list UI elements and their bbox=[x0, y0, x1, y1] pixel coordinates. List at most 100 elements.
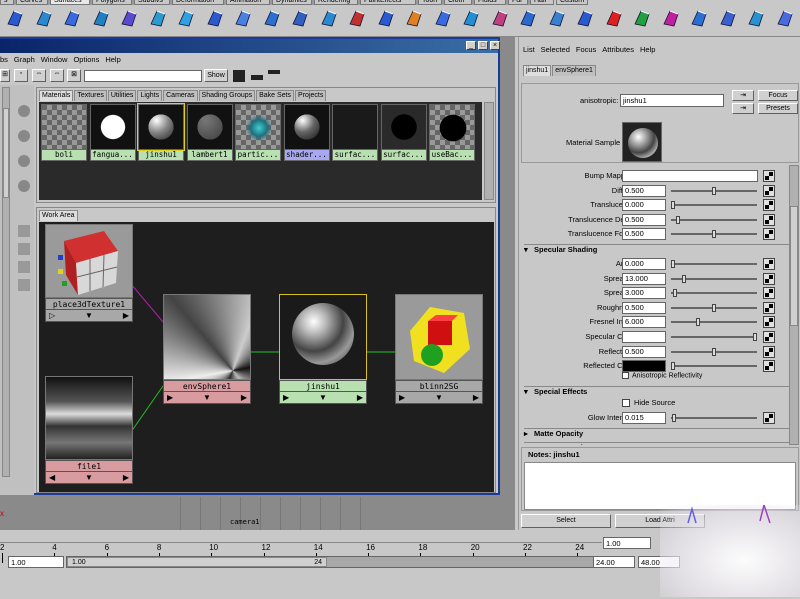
shelf-tool-icon[interactable] bbox=[491, 8, 509, 28]
shelf-tool-icon[interactable] bbox=[291, 8, 309, 28]
menu-item[interactable]: Selected bbox=[541, 45, 570, 54]
menu-item[interactable]: bs bbox=[0, 55, 8, 64]
focus-icon[interactable]: ⇥ bbox=[732, 90, 754, 101]
dot-icon-4[interactable] bbox=[18, 180, 30, 192]
map-button-icon[interactable] bbox=[763, 184, 775, 197]
map-button-icon[interactable] bbox=[763, 316, 775, 329]
node-ports[interactable]: ◀ ▼ ▶ bbox=[45, 472, 133, 484]
node-name-field[interactable]: jinshu1 bbox=[620, 94, 724, 107]
attribute-field[interactable]: 0.500 bbox=[622, 345, 666, 358]
focus-button[interactable]: Focus bbox=[758, 90, 798, 101]
shelf-tool-icon[interactable] bbox=[6, 8, 24, 28]
map-button-icon[interactable] bbox=[763, 287, 775, 300]
menu-item[interactable]: List bbox=[523, 45, 535, 54]
map-button-icon[interactable] bbox=[763, 228, 775, 241]
shelf-tool-icon[interactable] bbox=[63, 8, 81, 28]
slider-knob[interactable] bbox=[673, 289, 678, 298]
material-swatch[interactable]: lambert1 bbox=[186, 104, 233, 164]
shelf-tool-icon[interactable] bbox=[719, 8, 737, 28]
attribute-slider[interactable] bbox=[671, 260, 757, 268]
map-button-icon[interactable] bbox=[763, 272, 775, 285]
map-button-icon[interactable] bbox=[763, 301, 775, 314]
material-swatch[interactable]: partic... bbox=[235, 104, 281, 164]
menu-item[interactable]: Help bbox=[640, 45, 655, 54]
attribute-slider[interactable] bbox=[671, 362, 757, 371]
graph-upstream-icon[interactable]: ⇔ bbox=[32, 69, 46, 82]
tool-icon-3[interactable] bbox=[18, 261, 30, 273]
shelf-tool-icon[interactable] bbox=[377, 8, 395, 28]
tab-lights[interactable]: Lights bbox=[137, 90, 163, 101]
shelf-tool-icon[interactable] bbox=[92, 8, 110, 28]
map-button-icon[interactable] bbox=[763, 331, 775, 343]
hypershade-titlebar[interactable]: _ □ × bbox=[0, 39, 500, 53]
menu-item[interactable]: Help bbox=[105, 55, 120, 64]
shelf-tab[interactable]: Toon bbox=[418, 0, 442, 5]
tab-cameras[interactable]: Cameras bbox=[163, 90, 198, 101]
expand-arrow-icon[interactable]: ▸ bbox=[524, 429, 534, 438]
layout-icon-1[interactable] bbox=[233, 70, 245, 82]
ae-tab[interactable]: envSphere1 bbox=[552, 65, 596, 76]
slider-knob[interactable] bbox=[712, 186, 716, 195]
section-header[interactable]: ▾ Special Effects bbox=[524, 385, 789, 398]
section-header-collapsed[interactable]: ▸Raytrace Options bbox=[524, 441, 789, 445]
attribute-field[interactable]: 0.015 bbox=[622, 411, 666, 424]
tool-icon-1[interactable] bbox=[18, 225, 30, 237]
attribute-field[interactable]: 0.500 bbox=[622, 213, 666, 226]
checkbox[interactable] bbox=[622, 398, 630, 407]
attribute-slider[interactable] bbox=[671, 201, 757, 210]
node-envsphere[interactable]: envSphere1 ▶ ▼ ▶ bbox=[163, 294, 251, 404]
expand-arrow-icon[interactable]: ▸ bbox=[524, 443, 534, 445]
map-button-icon[interactable] bbox=[763, 199, 775, 212]
shelf-tool-icon[interactable] bbox=[206, 8, 224, 28]
material-swatch[interactable]: shader... bbox=[283, 104, 330, 164]
shelf-tool-icon[interactable] bbox=[662, 8, 680, 28]
material-swatch[interactable]: fangua... bbox=[89, 104, 136, 164]
attribute-field[interactable] bbox=[622, 170, 758, 182]
range-end-field[interactable]: 24.00 bbox=[593, 556, 635, 568]
shelf-tab[interactable]: Hair bbox=[530, 0, 554, 5]
dot-icon-2[interactable] bbox=[18, 130, 30, 142]
range-slider-bar[interactable]: 1.00 24 bbox=[67, 557, 327, 567]
shelf-tab[interactable]: Deformation bbox=[172, 0, 224, 5]
map-button-icon[interactable] bbox=[763, 360, 775, 373]
map-button-icon[interactable] bbox=[763, 170, 775, 182]
slider-knob[interactable] bbox=[671, 260, 675, 268]
attribute-field[interactable] bbox=[622, 331, 666, 343]
attribute-field[interactable]: 0.000 bbox=[622, 199, 666, 212]
shelf-tab[interactable]: Rendering bbox=[314, 0, 358, 5]
presets-icon[interactable]: ⇥ bbox=[732, 103, 754, 114]
slider-knob[interactable] bbox=[712, 303, 716, 312]
material-swatch[interactable]: useBac... bbox=[429, 104, 475, 164]
attribute-field[interactable]: 3.000 bbox=[622, 287, 666, 300]
slider-knob[interactable] bbox=[681, 274, 686, 283]
graph-icon[interactable]: ⊞ bbox=[0, 69, 10, 82]
minimize-button[interactable]: _ bbox=[466, 41, 476, 50]
attribute-slider[interactable] bbox=[671, 274, 757, 283]
shelf-tab[interactable]: Fluids bbox=[474, 0, 506, 5]
shelf-tool-icon[interactable] bbox=[120, 8, 138, 28]
expand-arrow-icon[interactable]: ▾ bbox=[524, 387, 534, 396]
shelf-tab[interactable]: Curves bbox=[16, 0, 48, 5]
shelf-tab[interactable]: Polygons bbox=[92, 0, 132, 5]
tab-utilities[interactable]: Utilities bbox=[107, 90, 137, 101]
shelf-tool-icon[interactable] bbox=[690, 8, 708, 28]
shelf-tool-icon[interactable] bbox=[263, 8, 281, 28]
ae-scrollbar[interactable] bbox=[789, 165, 799, 445]
expand-arrow-icon[interactable]: ▾ bbox=[524, 245, 534, 254]
map-button-icon[interactable] bbox=[763, 213, 775, 226]
attribute-field[interactable] bbox=[622, 360, 666, 373]
material-swatch[interactable]: surfac... bbox=[380, 104, 427, 164]
attribute-field[interactable]: 0.000 bbox=[622, 258, 666, 270]
slider-knob[interactable] bbox=[671, 362, 675, 371]
range-start-field[interactable]: 1.00 bbox=[8, 556, 64, 568]
attribute-slider[interactable] bbox=[671, 347, 757, 356]
tab-shading-groups[interactable]: Shading Groups bbox=[198, 90, 256, 101]
map-button-icon[interactable] bbox=[763, 345, 775, 358]
shelf-tool-icon[interactable] bbox=[747, 8, 765, 28]
close-button[interactable]: × bbox=[490, 41, 500, 50]
menu-item[interactable]: Window bbox=[41, 55, 68, 64]
shelf-tool-icon[interactable] bbox=[405, 8, 423, 28]
slider-knob[interactable] bbox=[753, 333, 757, 341]
menu-item[interactable]: Options bbox=[73, 55, 99, 64]
shelf-tab[interactable]: Cloth bbox=[444, 0, 472, 5]
